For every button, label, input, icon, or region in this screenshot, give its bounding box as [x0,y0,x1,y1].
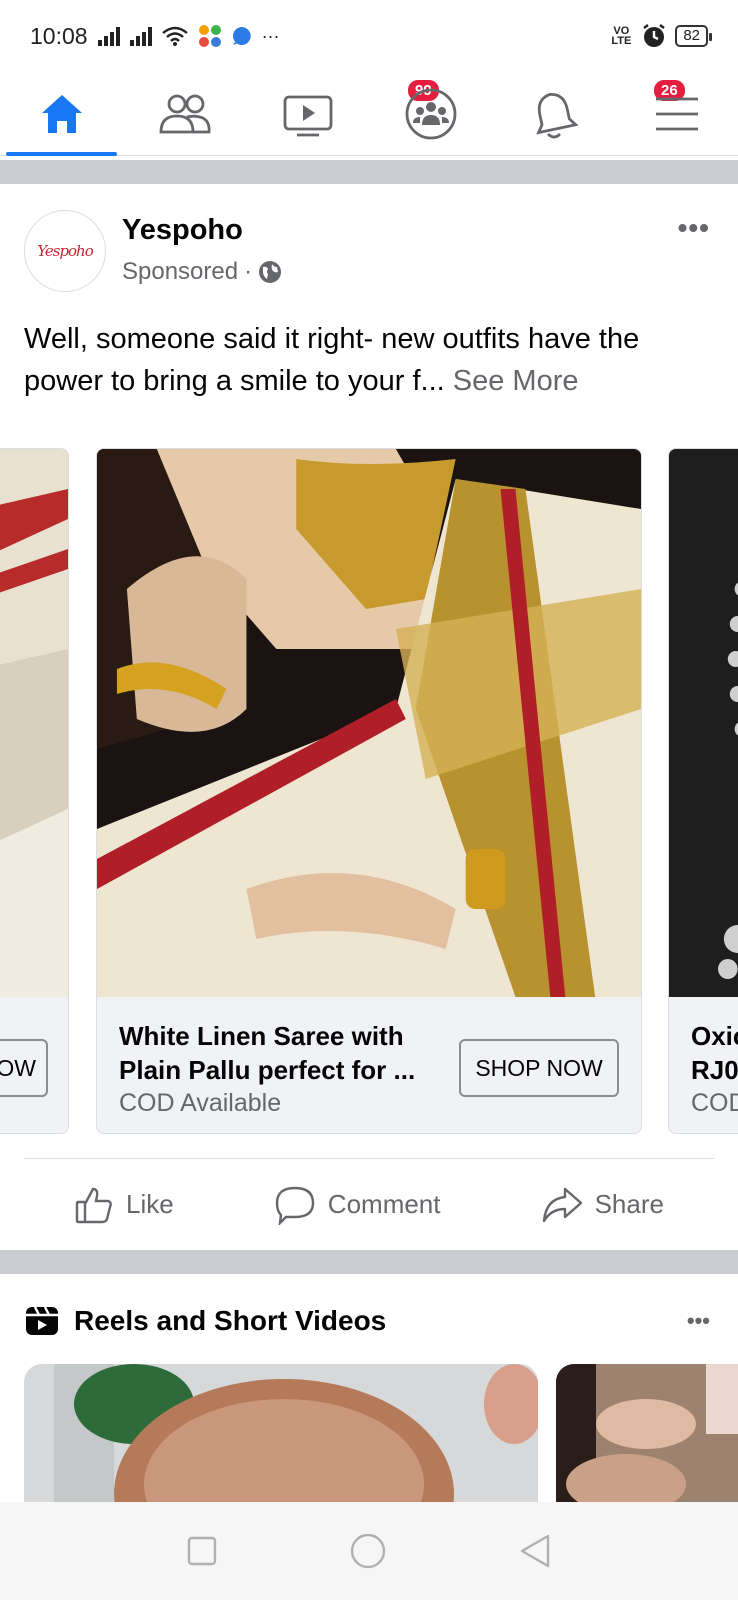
reels-options-button[interactable]: ••• [687,1308,710,1334]
tab-groups[interactable] [369,72,492,155]
reel-thumbnail[interactable] [556,1364,738,1514]
globe-icon [259,261,282,283]
home-icon [41,94,82,133]
wifi-icon [161,26,188,46]
reel-image [556,1364,738,1514]
reel-image [24,1364,538,1514]
post-header: Yespoho Yespoho Sponsored · ••• [24,210,714,294]
reels-title: Reels and Short Videos [74,1305,387,1336]
avatar-logo-text: Yespoho [37,242,93,260]
reel-thumbnail[interactable] [24,1364,538,1514]
app-grid-icon [198,25,221,47]
product-subtitle: COD Available [119,1089,282,1117]
signal-icon [129,26,152,46]
shop-now-button[interactable]: SHOP NOW [459,1039,619,1097]
tab-menu[interactable] [615,72,738,155]
card-footer: Oxic RJ0 COD [669,997,738,1133]
home-button[interactable] [349,1532,387,1570]
watch-icon [283,95,332,136]
shop-now-button-label: OW [0,1055,36,1081]
product-title-line-2: RJ0 [691,1055,738,1085]
status-bar: 10:08 ··· VO LTE 82 [0,0,738,72]
product-title: White Linen Saree with Plain Pallu perfe… [119,1021,416,1085]
product-title: Oxic RJ0 [691,1019,738,1087]
product-subtitle: COD [691,1089,738,1117]
share-label: Share [594,1189,664,1219]
product-image [0,449,68,997]
sponsored-label: Sponsored [122,258,239,285]
like-label: Like [126,1189,174,1219]
comment-label: Comment [327,1189,441,1219]
groups-icon [405,88,456,139]
sponsored-line: Sponsored · [122,258,282,286]
page-name[interactable]: Yespoho [122,214,243,247]
page-avatar[interactable]: Yespoho [24,210,106,292]
back-button[interactable] [518,1533,552,1569]
product-image [97,449,641,997]
comment-button[interactable]: Comment [274,1185,441,1225]
messenger-icon [232,26,251,45]
volte-indicator: VO LTE [611,25,632,47]
post-options-button[interactable]: ••• [678,212,710,244]
system-navigation-bar [0,1502,738,1600]
friends-icon [159,94,211,133]
see-more-link[interactable]: See More [453,365,579,397]
top-nav: 99 26 [0,72,738,156]
tab-notifications[interactable]: 26 [492,72,687,155]
post-actions: Like Comment Share [24,1158,714,1250]
more-notifications: ··· [261,25,280,46]
carousel-card-left[interactable]: OW [0,448,69,1134]
separator-dot: · [244,258,253,285]
tab-friends[interactable] [123,72,246,155]
alarm-icon [643,24,666,47]
feed-divider [0,160,738,184]
card-footer: White Linen Saree with Plain Pallu perfe… [97,997,641,1133]
recent-apps-button[interactable] [186,1535,218,1567]
battery-indicator: 82 [675,25,712,47]
feed-divider [0,1250,738,1274]
menu-icon [655,97,698,130]
like-button[interactable]: Like [74,1185,174,1225]
reels-header: Reels and Short Videos ••• [24,1296,714,1346]
comment-icon [275,1186,314,1225]
post-text: Well, someone said it right- new outfits… [24,318,714,402]
signal-icon [97,26,120,46]
thumbs-up-icon [75,1187,112,1223]
carousel-card-main[interactable]: White Linen Saree with Plain Pallu perfe… [96,448,642,1134]
bell-icon [535,92,578,138]
shop-now-button[interactable]: OW [0,1039,48,1097]
status-time: 10:08 [30,22,88,49]
card-footer: OW [0,997,68,1133]
carousel-card-right[interactable]: Oxic RJ0 COD [668,448,738,1134]
reels-icon [26,1306,58,1335]
share-button[interactable]: Share [541,1185,664,1225]
product-image [669,449,738,997]
tab-home[interactable] [0,72,123,156]
tab-watch[interactable]: 99 [246,72,441,155]
product-title-line-1: Oxic [691,1021,738,1051]
share-icon [542,1187,582,1222]
